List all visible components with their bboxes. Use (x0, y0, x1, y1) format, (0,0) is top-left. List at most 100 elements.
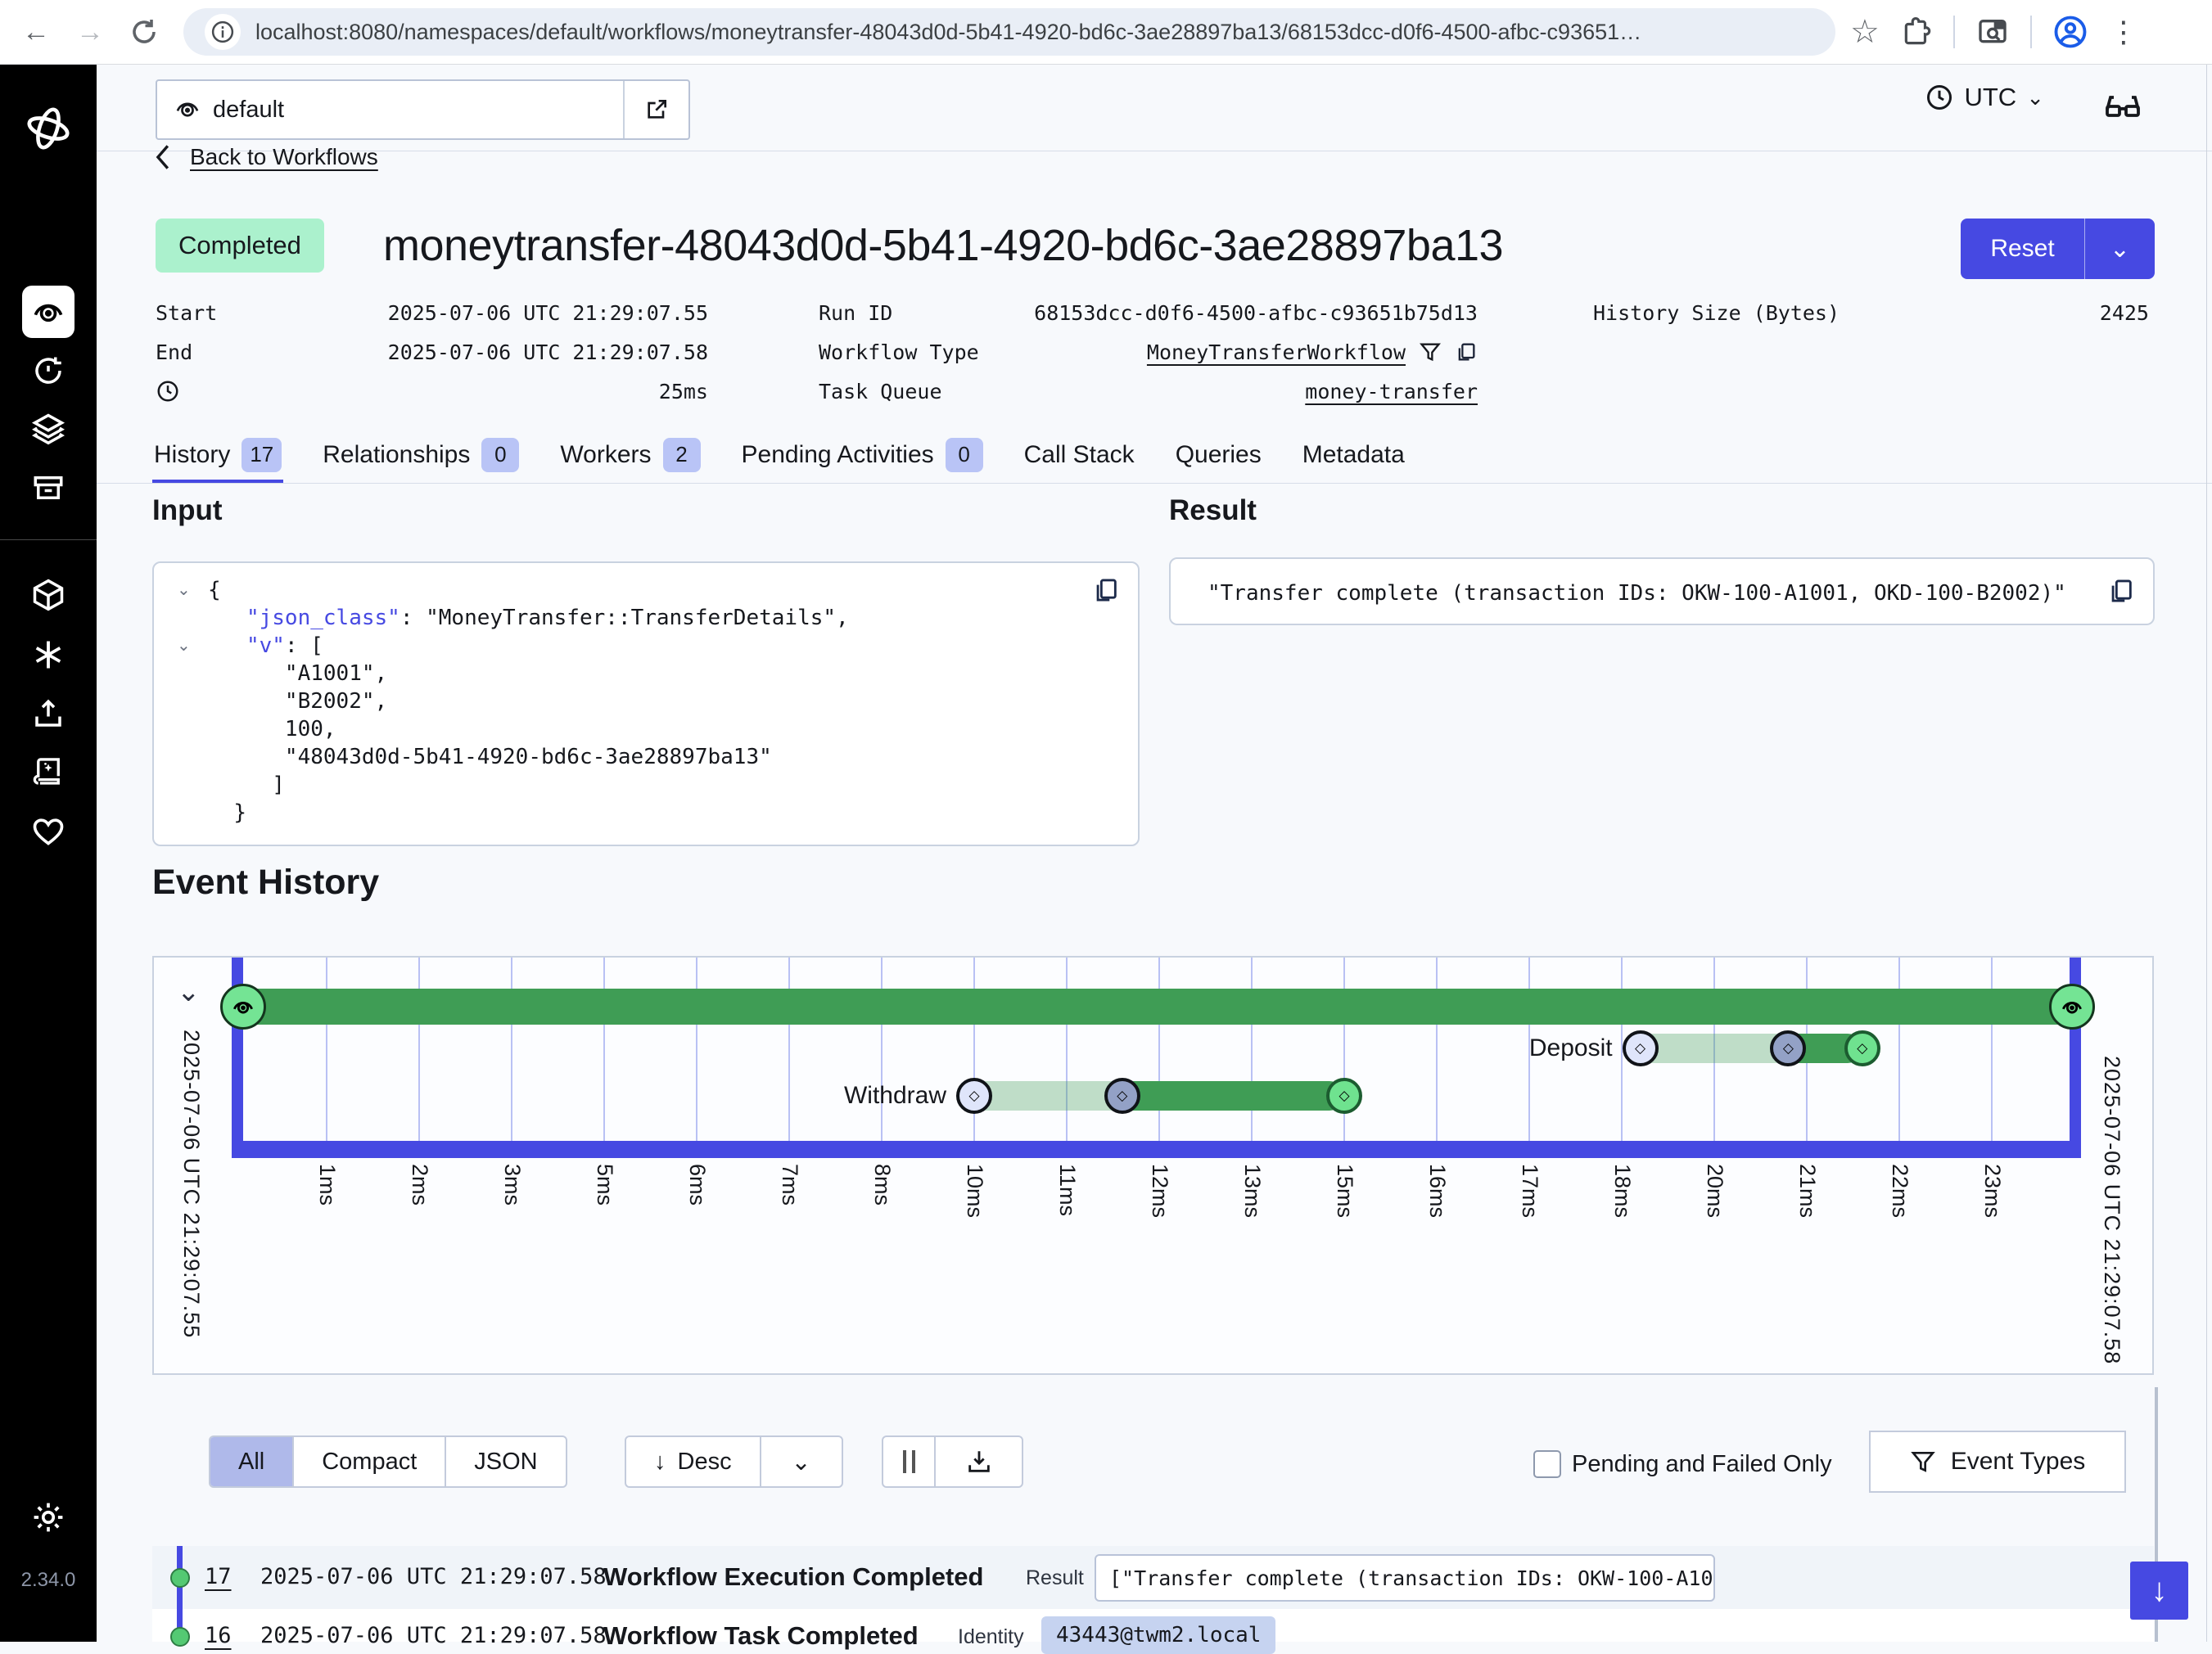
tab-relationships[interactable]: Relationships 0 (321, 430, 521, 484)
copy-icon[interactable] (1092, 576, 1120, 604)
timeline-gridline (603, 958, 605, 1141)
sidebar-item-schedules-icon[interactable] (0, 345, 97, 397)
labs-glasses-icon[interactable] (2103, 86, 2142, 125)
pause-button[interactable] (883, 1437, 936, 1486)
activity-started-node[interactable]: ◇ (1104, 1078, 1140, 1114)
timeline-tick-label: 10ms (962, 1164, 987, 1218)
json-line: "48043d0d-5b41-4920-bd6c-3ae28897ba13" (177, 743, 1072, 771)
timeline-tick-label: 11ms (1054, 1164, 1080, 1216)
filter-funnel-icon[interactable] (1419, 340, 1442, 363)
collapse-chevron-icon[interactable]: ⌄ (177, 576, 208, 604)
copy-icon[interactable] (2107, 577, 2135, 605)
tabs-divider (97, 483, 2212, 484)
json-line: ] (177, 771, 1072, 799)
sidebar-item-namespaces-icon[interactable] (0, 569, 97, 621)
browser-menu-icon[interactable]: ⋮ (2109, 15, 2138, 49)
sidebar-item-nexus-icon[interactable] (0, 629, 97, 681)
timezone-value: UTC (1964, 83, 2016, 112)
reset-menu-button[interactable]: ⌄ (2084, 219, 2155, 279)
view-json-button[interactable]: JSON (446, 1437, 565, 1486)
reset-button[interactable]: Reset (1961, 219, 2084, 279)
json-line: "json_class": "MoneyTransfer::TransferDe… (177, 604, 1072, 632)
theme-toggle-sun-icon[interactable] (0, 1491, 97, 1544)
tab-history[interactable]: History 17 (152, 430, 283, 484)
activity-label: Deposit (1529, 1034, 1613, 1062)
timezone-selector[interactable]: UTC ⌄ (1925, 83, 2044, 112)
tab-pending-activities[interactable]: Pending Activities 0 (740, 430, 985, 484)
detail-workflow-type: Workflow Type MoneyTransferWorkflow (819, 332, 1478, 372)
json-line: "B2002", (177, 687, 1072, 715)
event-id-link[interactable]: 16 (205, 1623, 232, 1648)
tab-call-stack[interactable]: Call Stack (1022, 430, 1136, 484)
input-section-title: Input (152, 494, 223, 527)
address-bar[interactable]: localhost:8080/namespaces/default/workfl… (183, 8, 1835, 56)
bookmark-star-icon[interactable]: ☆ (1850, 13, 1880, 51)
timeline-tick-label: 2ms (407, 1164, 432, 1206)
side-panel-search-icon[interactable] (1976, 16, 2009, 48)
activity-scheduled-node[interactable]: ◇ (1623, 1030, 1659, 1066)
browser-forward-icon[interactable]: → (72, 16, 108, 48)
view-compact-button[interactable]: Compact (294, 1437, 446, 1486)
tab-metadata[interactable]: Metadata (1301, 430, 1406, 484)
activity-scheduled-bar[interactable] (974, 1081, 1122, 1111)
workflow-execution-bar[interactable] (234, 989, 2079, 1025)
sidebar-divider (0, 539, 97, 540)
arrow-down-icon: ↓ (654, 1449, 666, 1476)
sort-desc-button[interactable]: ↓ Desc (626, 1437, 761, 1486)
sort-menu-button[interactable]: ⌄ (761, 1437, 842, 1486)
event-types-filter-button[interactable]: Event Types (1869, 1431, 2126, 1493)
event-id-link[interactable]: 17 (205, 1564, 232, 1589)
workflow-start-node[interactable] (220, 984, 266, 1030)
sidebar-item-archive-icon[interactable] (0, 462, 97, 514)
event-field-value[interactable]: ["Transfer complete (transaction IDs: OK… (1095, 1554, 1715, 1602)
browser-reload-icon[interactable] (126, 17, 162, 47)
view-mode-segmented-control: All Compact JSON (209, 1435, 567, 1488)
details-column-size: History Size (Bytes) 2425 (1593, 293, 2149, 332)
chevron-left-icon (152, 143, 172, 171)
activity-completed-node[interactable]: ◇ (1844, 1030, 1880, 1066)
timeline-tick-label: 23ms (1980, 1164, 2005, 1218)
event-status-dot (170, 1627, 190, 1647)
tab-workers[interactable]: Workers 2 (558, 430, 702, 484)
workflow-end-node[interactable] (2049, 984, 2095, 1030)
task-queue-link[interactable]: money-transfer (1305, 380, 1478, 403)
activity-completed-node[interactable]: ◇ (1326, 1078, 1362, 1114)
profile-avatar[interactable] (2053, 15, 2088, 49)
collapse-chevron-icon[interactable]: ⌄ (177, 632, 208, 660)
app-version: 2.34.0 (0, 1569, 97, 1592)
tab-queries[interactable]: Queries (1174, 430, 1263, 484)
browser-back-icon[interactable]: ← (18, 16, 54, 48)
namespace-open-external-button[interactable] (623, 81, 688, 138)
back-to-workflows-link[interactable]: Back to Workflows (190, 144, 378, 170)
extensions-icon[interactable] (1901, 16, 1932, 47)
sidebar-item-batch-icon[interactable] (0, 403, 97, 455)
namespace-switcher[interactable]: default (156, 79, 690, 140)
event-timeline-panel: ⌄ 1ms2ms3ms5ms6ms7ms8ms10ms11ms12ms13ms1… (152, 956, 2154, 1375)
sidebar-item-feedback-icon[interactable] (0, 804, 97, 857)
sidebar-item-docs-icon[interactable] (0, 746, 97, 798)
scroll-to-bottom-button[interactable]: ↓ (2130, 1562, 2188, 1620)
duration-clock-icon (156, 379, 180, 403)
sidebar-item-import-icon[interactable] (0, 687, 97, 740)
timeline-tick-label: 8ms (869, 1164, 895, 1206)
sidebar-item-workflows[interactable] (22, 286, 74, 338)
tab-pending-activities-count: 0 (946, 438, 983, 472)
workflow-type-link[interactable]: MoneyTransferWorkflow (1147, 340, 1406, 364)
view-all-button[interactable]: All (210, 1437, 294, 1486)
timeline-tick-label: 20ms (1702, 1164, 1727, 1218)
pending-failed-only-checkbox[interactable] (1533, 1450, 1561, 1478)
activity-running-bar[interactable] (1122, 1081, 1344, 1111)
activity-scheduled-bar[interactable] (1641, 1034, 1789, 1063)
event-timestamp: 2025-07-06 UTC 21:29:07.58 (260, 1623, 607, 1648)
page-scrollbar[interactable] (2206, 65, 2207, 1642)
activity-scheduled-node[interactable]: ◇ (956, 1078, 992, 1114)
download-button[interactable] (936, 1437, 1022, 1486)
timeline-gridline (881, 958, 883, 1141)
copy-icon[interactable] (1455, 340, 1478, 363)
event-name: Workflow Task Completed (603, 1621, 919, 1651)
event-history-title: Event History (152, 863, 379, 903)
timeline-collapse-chevron-icon[interactable]: ⌄ (177, 976, 201, 1008)
site-info-icon[interactable] (205, 14, 241, 50)
detail-start: Start 2025-07-06 UTC 21:29:07.55 (156, 293, 708, 332)
divider (2030, 16, 2032, 48)
